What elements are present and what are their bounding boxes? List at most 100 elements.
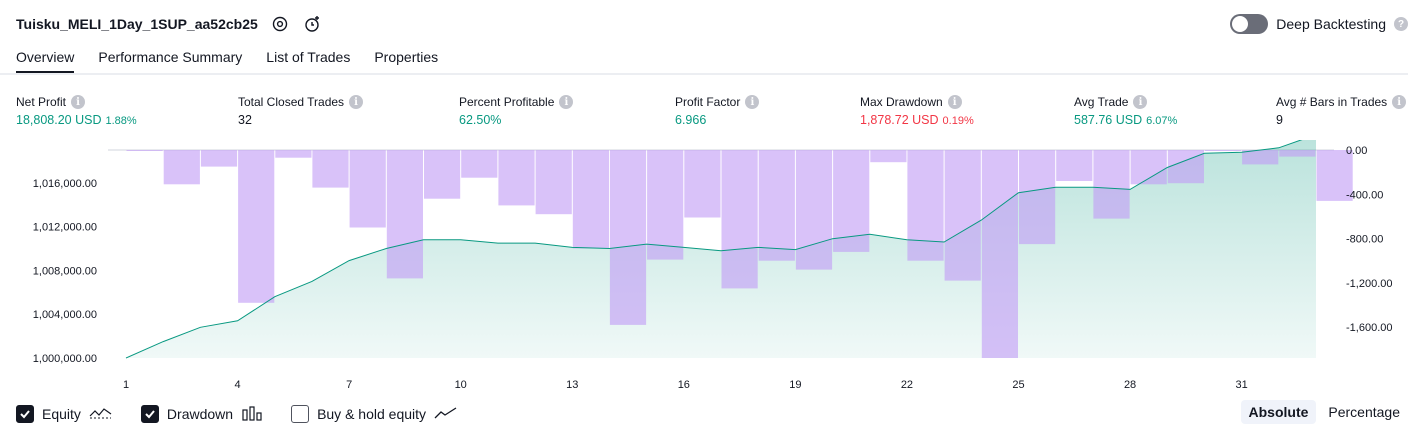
right-axis-tick-label: -1,600.00: [1346, 322, 1392, 334]
drawdown-bar: [1279, 150, 1316, 157]
drawdown-bars-icon: [241, 405, 263, 424]
drawdown-bar: [163, 150, 200, 185]
metric-label: Avg # Bars in Trades: [1276, 95, 1388, 109]
tab-overview[interactable]: Overview: [16, 46, 75, 74]
buy-hold-line-icon: [434, 406, 458, 423]
metric-percent: 6.07%: [1146, 115, 1178, 127]
metric-profit-factor: Profit Factor i 6.966: [675, 94, 760, 127]
metric-label: Net Profit: [16, 95, 67, 109]
metric-value: 587.76 USD: [1074, 113, 1143, 127]
x-axis-tick-label: 22: [901, 379, 913, 391]
add-alert-icon[interactable]: [302, 14, 322, 34]
info-icon[interactable]: i: [1392, 95, 1407, 109]
metric-value: 18,808.20 USD: [16, 113, 102, 127]
x-axis-tick-label: 25: [1012, 379, 1024, 391]
drawdown-bar: [424, 150, 461, 199]
legend-drawdown[interactable]: Drawdown: [140, 405, 263, 424]
drawdown-bar: [312, 150, 349, 188]
metric-percent-profitable: Percent Profitable i 62.50%: [459, 94, 574, 127]
deep-backtesting: Deep Backtesting ?: [1230, 12, 1408, 36]
drawdown-bar: [200, 150, 238, 167]
info-icon[interactable]: i: [1133, 95, 1148, 109]
left-axis-tick-label: 1,004,000.00: [33, 309, 97, 321]
drawdown-bar: [795, 150, 833, 270]
legend-equity[interactable]: Equity: [16, 405, 113, 423]
drawdown-bar: [1130, 150, 1167, 185]
left-axis-tick-label: 1,016,000.00: [33, 178, 97, 190]
settings-icon[interactable]: [270, 14, 290, 34]
metric-label: Max Drawdown: [860, 95, 943, 109]
right-axis-tick-label: 0.00: [1346, 145, 1367, 157]
x-axis-tick-label: 16: [678, 379, 690, 391]
tabs-divider: [0, 73, 1408, 75]
left-axis-tick-label: 1,012,000.00: [33, 222, 97, 234]
drawdown-bar: [758, 150, 795, 261]
x-axis-tick-label: 4: [235, 379, 241, 391]
metric-value: 1,878.72 USD: [860, 113, 939, 127]
x-axis-tick-label: 19: [789, 379, 801, 391]
metric-value: 9: [1276, 113, 1283, 127]
right-axis-tick-label: -800.00: [1346, 234, 1383, 246]
drawdown-bar: [349, 150, 386, 228]
drawdown-bar: [238, 150, 275, 303]
info-icon[interactable]: i: [947, 95, 962, 109]
drawdown-bar: [721, 150, 758, 289]
drawdown-bar: [126, 150, 163, 151]
chart-legend: Equity Drawdown Buy & hold equity: [16, 402, 458, 426]
drawdown-bar: [572, 150, 609, 249]
equity-checkbox[interactable]: [16, 405, 34, 423]
metric-label: Avg Trade: [1074, 95, 1129, 109]
metric-value: 62.50%: [459, 113, 502, 127]
metric-percent: 1.88%: [105, 115, 137, 127]
deep-backtesting-label: Deep Backtesting: [1276, 16, 1386, 32]
drawdown-bar: [944, 150, 981, 281]
tab-properties[interactable]: Properties: [374, 46, 438, 74]
metric-value: 6.966: [675, 113, 707, 127]
help-icon[interactable]: ?: [1394, 17, 1408, 31]
info-icon[interactable]: i: [745, 95, 760, 109]
equity-line-icon: [89, 406, 113, 423]
strategy-name: Tuisku_MELI_1Day_1SUP_aa52cb25: [16, 16, 258, 32]
drawdown-bar: [1019, 150, 1056, 245]
x-axis-tick-label: 10: [455, 379, 467, 391]
drawdown-bar: [907, 150, 944, 261]
metric-net-profit: Net Profit i 18,808.20 USD 1.88%: [16, 94, 137, 127]
percentage-button[interactable]: Percentage: [1320, 400, 1408, 424]
drawdown-bar: [275, 150, 312, 158]
metric-max-drawdown: Max Drawdown i 1,878.72 USD 0.19%: [860, 94, 974, 127]
drawdown-bar: [609, 150, 647, 325]
metric-avg-bars: Avg # Bars in Trades i 9: [1276, 94, 1407, 127]
tab-performance-summary[interactable]: Performance Summary: [98, 46, 242, 74]
metric-label: Profit Factor: [675, 95, 741, 109]
drawdown-checkbox[interactable]: [140, 405, 159, 423]
drawdown-bar: [1242, 150, 1279, 165]
info-icon[interactable]: i: [71, 95, 86, 109]
tab-list-of-trades[interactable]: List of Trades: [266, 46, 350, 74]
equity-drawdown-chart[interactable]: 1,000,000.00 1,004,000.00 1,008,000.00 1,01…: [0, 140, 1424, 392]
x-axis-tick-label: 28: [1124, 379, 1136, 391]
buy-hold-checkbox[interactable]: [291, 405, 310, 423]
left-axis-tick-label: 1,008,000.00: [33, 265, 97, 277]
drawdown-bar: [1056, 150, 1093, 181]
drawdown-bar: [1204, 150, 1242, 151]
drawdown-bar: [647, 150, 684, 260]
metric-label: Total Closed Trades: [238, 95, 345, 109]
metric-total-closed-trades: Total Closed Trades i 32: [238, 94, 364, 127]
drawdown-bar: [981, 150, 1018, 358]
x-axis-tick-label: 7: [346, 379, 352, 391]
x-axis-tick-label: 13: [566, 379, 578, 391]
drawdown-bar: [461, 150, 498, 178]
drawdown-bar: [386, 150, 423, 279]
absolute-button[interactable]: Absolute: [1240, 400, 1317, 424]
right-axis-tick-label: -400.00: [1346, 189, 1383, 201]
deep-backtesting-toggle[interactable]: [1230, 14, 1269, 34]
metric-label: Percent Profitable: [459, 95, 555, 109]
left-axis-tick-label: 1,000,000.00: [33, 353, 97, 365]
legend-buy-hold[interactable]: Buy & hold equity: [291, 405, 458, 423]
drawdown-bar: [1167, 150, 1204, 184]
drawdown-bar: [684, 150, 721, 218]
right-axis-tick-label: -1,200.00: [1346, 278, 1392, 290]
info-icon[interactable]: i: [559, 95, 574, 109]
strategy-header: Tuisku_MELI_1Day_1SUP_aa52cb25: [16, 12, 322, 36]
info-icon[interactable]: i: [349, 95, 364, 109]
